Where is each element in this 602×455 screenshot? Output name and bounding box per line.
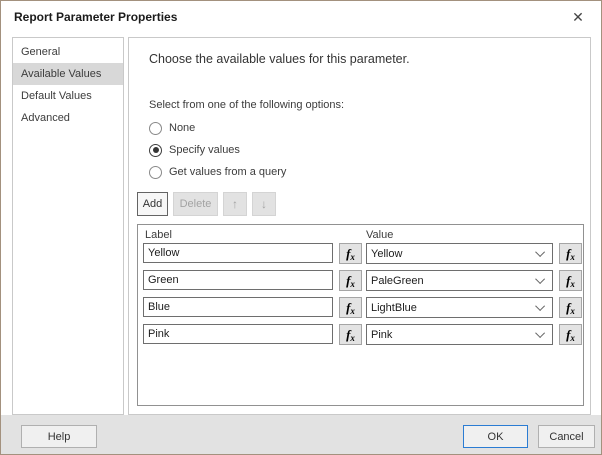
fx-x: x xyxy=(570,279,575,289)
value-dropdown-text: Pink xyxy=(371,328,393,341)
label-input[interactable] xyxy=(143,297,333,317)
fx-x: x xyxy=(570,252,575,262)
fx-expression-icon[interactable]: fx xyxy=(339,270,362,291)
sidebar-item-default-values[interactable]: Default Values xyxy=(13,85,123,107)
table-row: fx PaleGreen fx xyxy=(138,270,583,291)
radio-query-values-label: Get values from a query xyxy=(169,166,287,178)
table-row: fx Pink fx xyxy=(138,324,583,345)
radio-query-values[interactable] xyxy=(149,165,162,179)
title-bar: Report Parameter Properties ✕ xyxy=(1,1,601,33)
label-input[interactable] xyxy=(143,270,333,290)
footer-bar: Help OK Cancel xyxy=(1,415,601,454)
label-input[interactable] xyxy=(143,243,333,263)
radio-specify-values[interactable] xyxy=(149,143,162,157)
available-values-table: Label Value fx Yellow fx fx PaleGreen fx xyxy=(137,224,584,406)
ok-button[interactable]: OK xyxy=(463,425,528,448)
value-dropdown[interactable]: LightBlue xyxy=(366,297,553,318)
radio-row-query-values: Get values from a query xyxy=(149,164,286,180)
sidebar-nav: General Available Values Default Values … xyxy=(12,37,124,415)
radio-none[interactable] xyxy=(149,121,162,135)
fx-expression-icon[interactable]: fx xyxy=(339,297,362,318)
radio-row-none: None xyxy=(149,120,195,136)
options-label: Select from one of the following options… xyxy=(149,99,345,111)
help-button[interactable]: Help xyxy=(21,425,97,448)
fx-expression-icon[interactable]: fx xyxy=(559,324,582,345)
radio-specify-values-label: Specify values xyxy=(169,144,240,156)
cancel-button[interactable]: Cancel xyxy=(538,425,595,448)
fx-expression-icon[interactable]: fx xyxy=(339,324,362,345)
move-down-icon[interactable]: ↓ xyxy=(252,192,276,216)
report-parameter-properties-dialog: Report Parameter Properties ✕ General Av… xyxy=(0,0,602,455)
radio-none-label: None xyxy=(169,122,196,134)
value-dropdown-text: PaleGreen xyxy=(371,274,424,287)
move-up-icon[interactable]: ↑ xyxy=(223,192,247,216)
fx-x: x xyxy=(350,306,355,316)
fx-expression-icon[interactable]: fx xyxy=(559,270,582,291)
delete-button[interactable]: Delete xyxy=(173,192,218,216)
column-header-label: Label xyxy=(145,229,172,241)
value-dropdown[interactable]: Yellow xyxy=(366,243,553,264)
fx-x: x xyxy=(350,252,355,262)
value-dropdown[interactable]: PaleGreen xyxy=(366,270,553,291)
add-button[interactable]: Add xyxy=(137,192,168,216)
value-dropdown-text: LightBlue xyxy=(371,301,417,314)
sidebar-item-general[interactable]: General xyxy=(13,41,123,63)
sidebar-item-available-values[interactable]: Available Values xyxy=(13,63,123,85)
fx-expression-icon[interactable]: fx xyxy=(559,297,582,318)
fx-x: x xyxy=(350,279,355,289)
table-row: fx LightBlue fx xyxy=(138,297,583,318)
main-panel: Choose the available values for this par… xyxy=(128,37,591,415)
radio-row-specify-values: Specify values xyxy=(149,142,240,158)
column-header-value: Value xyxy=(366,229,394,241)
dialog-title: Report Parameter Properties xyxy=(14,10,178,24)
fx-expression-icon[interactable]: fx xyxy=(559,243,582,264)
table-row: fx Yellow fx xyxy=(138,243,583,264)
value-dropdown[interactable]: Pink xyxy=(366,324,553,345)
fx-x: x xyxy=(570,333,575,343)
fx-x: x xyxy=(570,306,575,316)
close-icon[interactable]: ✕ xyxy=(568,7,588,27)
page-heading: Choose the available values for this par… xyxy=(149,52,410,66)
sidebar-item-advanced[interactable]: Advanced xyxy=(13,107,123,129)
fx-x: x xyxy=(350,333,355,343)
label-input[interactable] xyxy=(143,324,333,344)
value-dropdown-text: Yellow xyxy=(371,247,403,260)
fx-expression-icon[interactable]: fx xyxy=(339,243,362,264)
